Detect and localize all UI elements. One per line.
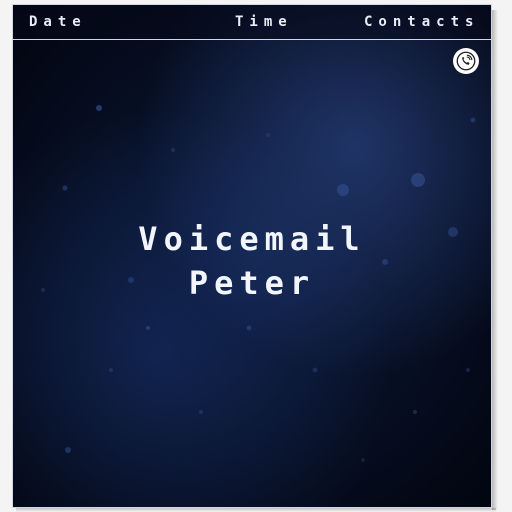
top-tab-bar: Date Time Contacts [13, 5, 491, 40]
call-button[interactable] [453, 48, 479, 74]
voicemail-caller: Voicemail Peter [13, 217, 491, 305]
tab-date[interactable]: Date [29, 14, 87, 30]
tab-time[interactable]: Time [235, 14, 293, 30]
caller-name: Peter [188, 264, 316, 302]
window-shadow-bottom [16, 508, 496, 512]
phone-call-icon [456, 51, 476, 71]
tab-contacts[interactable]: Contacts [364, 14, 479, 30]
page-title: Voicemail [138, 220, 366, 258]
voicemail-screen: Date Time Contacts Voicemail Peter [12, 4, 492, 508]
window-shadow [492, 10, 498, 510]
